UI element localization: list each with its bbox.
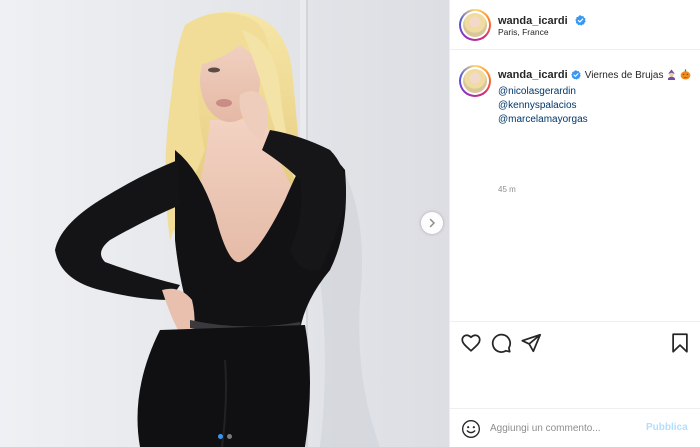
post-photo-image — [0, 0, 449, 447]
jack-o-lantern-emoji — [680, 69, 691, 85]
instagram-post: wanda_icardi Paris, France wanda_icardi — [0, 0, 700, 447]
mention-link-2[interactable]: @kennyspalacios — [498, 99, 694, 113]
chevron-right-icon — [429, 218, 436, 228]
heart-icon[interactable] — [460, 332, 482, 354]
next-photo-button[interactable] — [421, 212, 443, 234]
post-timestamp[interactable]: 45 m — [498, 185, 516, 194]
woman-mage-emoji — [666, 69, 677, 85]
comment-icon[interactable] — [490, 332, 512, 354]
mention-link-1[interactable]: @nicolasgerardin — [498, 85, 694, 99]
verified-badge-icon — [570, 70, 581, 85]
post-photo[interactable] — [0, 0, 449, 447]
carousel-dot-1 — [217, 434, 223, 439]
carousel-dot-2 — [226, 434, 232, 439]
avatar[interactable] — [459, 9, 491, 41]
caption-avatar[interactable] — [459, 65, 491, 97]
mention-link-3[interactable]: @marcelamayorgas — [498, 113, 694, 127]
emoji-smile-icon[interactable] — [461, 419, 481, 439]
caption-text: Viernes de Brujas — [584, 70, 664, 81]
verified-badge-icon — [575, 13, 586, 31]
header-username[interactable]: wanda_icardi — [498, 15, 568, 27]
post-header: wanda_icardi Paris, France — [450, 0, 700, 50]
caption-username[interactable]: wanda_icardi — [498, 69, 568, 81]
post-side-panel: wanda_icardi Paris, France wanda_icardi — [449, 0, 700, 447]
caption-avatar-image — [463, 69, 487, 93]
carousel-indicator — [0, 434, 449, 439]
avatar-image — [463, 13, 487, 37]
comment-input[interactable] — [490, 418, 640, 438]
post-location[interactable]: Paris, France — [498, 27, 549, 37]
share-icon[interactable] — [520, 332, 542, 354]
bookmark-icon[interactable] — [669, 332, 691, 354]
comments-area: wanda_icardi Viernes de Brujas @nicolasg… — [450, 51, 700, 321]
action-bar — [450, 321, 700, 361]
add-comment-bar: Pubblica — [450, 408, 700, 447]
post-caption: wanda_icardi Viernes de Brujas @nicolasg… — [498, 68, 694, 127]
publish-button[interactable]: Pubblica — [646, 422, 688, 433]
